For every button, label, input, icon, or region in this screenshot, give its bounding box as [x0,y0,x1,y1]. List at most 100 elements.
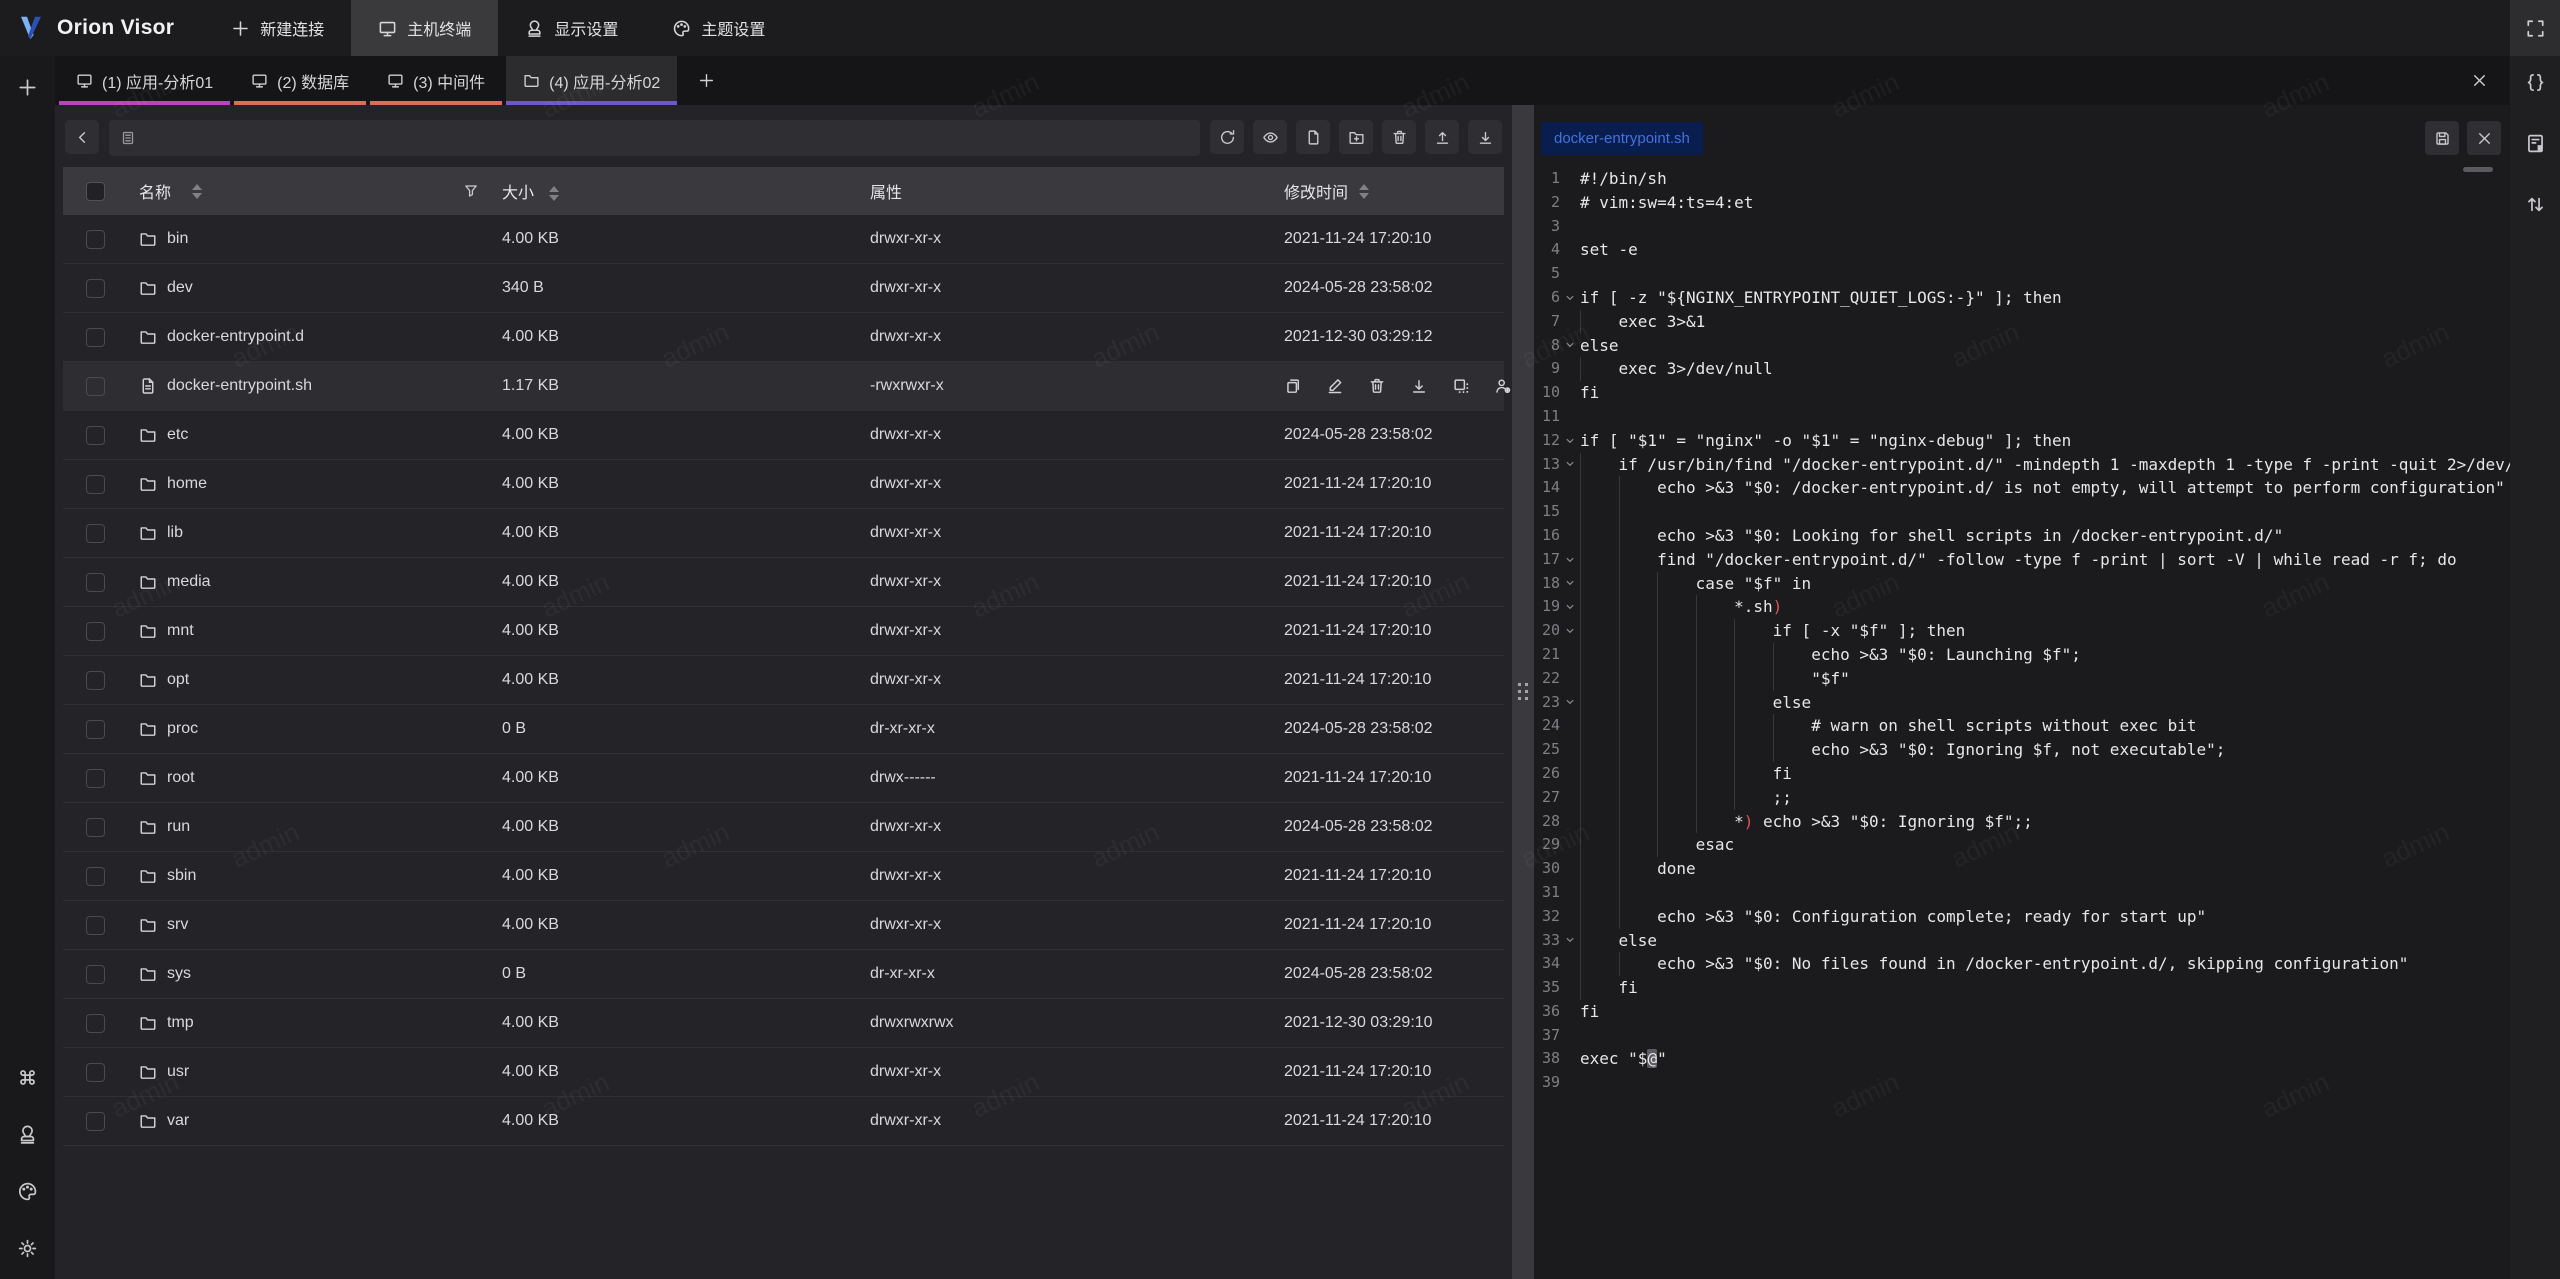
trash-button[interactable] [1382,120,1416,154]
row-checkbox[interactable] [63,671,127,690]
table-row[interactable]: bin4.00 KBdrwxr-xr-x2021-11-24 17:20:10 [63,215,1504,264]
row-checkbox[interactable] [63,916,127,935]
menu-item[interactable]: 主题设置 [645,0,792,56]
file-name: docker-entrypoint.sh [167,377,312,395]
move-icon[interactable] [1452,377,1470,395]
table-row[interactable]: usr4.00 KBdrwxr-xr-x2021-11-24 17:20:10 [63,1048,1504,1097]
table-row[interactable]: sys0 Bdr-xr-xr-x2024-05-28 23:58:02 [63,950,1504,999]
code-text: set -e [1580,238,2510,262]
column-header-size[interactable]: 大小 [495,179,870,203]
fold-chevron-down-icon[interactable] [1560,691,1580,715]
fold-chevron-down-icon[interactable] [1560,286,1580,310]
transfer-list-button[interactable] [2521,190,2549,218]
table-row[interactable]: docker-entrypoint.d4.00 KBdrwxr-xr-x2021… [63,313,1504,362]
back-button[interactable] [65,120,99,154]
column-header-mtime[interactable]: 修改时间 [1284,179,1504,203]
theme-settings-button[interactable] [13,1176,43,1206]
table-row[interactable]: run4.00 KBdrwxr-xr-x2024-05-28 23:58:02 [63,803,1504,852]
row-checkbox[interactable] [63,769,127,788]
new-tab-button[interactable] [681,56,732,105]
row-checkbox[interactable] [63,867,127,886]
fold-chevron-down-icon[interactable] [1560,595,1580,619]
menu-item[interactable]: 主机终端 [351,0,498,56]
row-checkbox[interactable] [63,1063,127,1082]
folder-new-button[interactable] [1339,120,1373,154]
copy-icon[interactable] [1284,377,1302,395]
row-checkbox[interactable] [63,279,127,298]
row-checkbox[interactable] [63,818,127,837]
terminal-tab[interactable]: (3) 中间件 [370,56,502,105]
code-text: if [ "$1" = "nginx" -o "$1" = "nginx-deb… [1580,429,2510,453]
eye-button[interactable] [1253,120,1287,154]
close-panel-button[interactable] [2464,66,2494,96]
menu-item[interactable]: 显示设置 [498,0,645,56]
trash-icon[interactable] [1368,377,1386,395]
table-row[interactable]: tmp4.00 KBdrwxrwxrwx2021-12-30 03:29:10 [63,999,1504,1048]
select-all-checkbox[interactable] [63,182,127,201]
sort-control[interactable] [192,184,202,199]
fold-chevron-down-icon[interactable] [1560,429,1580,453]
path-input[interactable] [109,120,1200,156]
fold-chevron-down-icon[interactable] [1560,619,1580,643]
row-checkbox[interactable] [63,230,127,249]
fold-chevron-down-icon[interactable] [1560,548,1580,572]
download-icon[interactable] [1410,377,1428,395]
panel-splitter[interactable] [1512,105,1534,1279]
table-row[interactable]: dev340 Bdrwxr-xr-x2024-05-28 23:58:02 [63,264,1504,313]
table-row[interactable]: sbin4.00 KBdrwxr-xr-x2021-11-24 17:20:10 [63,852,1504,901]
terminal-tab[interactable]: (1) 应用-分析01 [59,56,230,105]
close-editor-button[interactable] [2467,121,2501,155]
row-checkbox[interactable] [63,965,127,984]
row-checkbox[interactable] [63,1112,127,1131]
column-header-name[interactable]: 名称 [127,179,495,203]
permission-icon[interactable] [1494,377,1512,395]
row-checkbox[interactable] [63,622,127,641]
table-row[interactable]: media4.00 KBdrwxr-xr-x2021-11-24 17:20:1… [63,558,1504,607]
code-editor[interactable]: 1#!/bin/sh2# vim:sw=4:ts=4:et34set -e56i… [1534,166,2510,1279]
fullscreen-button[interactable] [2510,0,2560,56]
row-checkbox[interactable] [63,524,127,543]
row-checkbox[interactable] [63,377,127,396]
display-settings-button[interactable] [13,1119,43,1149]
row-checkbox[interactable] [63,720,127,739]
terminal-tab[interactable]: (4) 应用-分析02 [506,56,677,105]
table-row[interactable]: root4.00 KBdrwx------2021-11-24 17:20:10 [63,754,1504,803]
row-checkbox[interactable] [63,475,127,494]
open-file-chip[interactable]: docker-entrypoint.sh [1541,122,1703,155]
menu-item[interactable]: 新建连接 [204,0,351,56]
table-row[interactable]: opt4.00 KBdrwxr-xr-x2021-11-24 17:20:10 [63,656,1504,705]
row-checkbox[interactable] [63,573,127,592]
fold-chevron-down-icon[interactable] [1560,929,1580,953]
file-new-button[interactable] [1296,120,1330,154]
upload-button[interactable] [1425,120,1459,154]
filter-icon[interactable] [463,183,479,199]
row-checkbox[interactable] [63,426,127,445]
fold-chevron-down-icon[interactable] [1560,334,1580,358]
table-row[interactable]: proc0 Bdr-xr-xr-x2024-05-28 23:58:02 [63,705,1504,754]
new-tab-rail-button[interactable] [13,72,43,102]
bookmarks-button[interactable] [2521,129,2549,157]
table-row[interactable]: etc4.00 KBdrwxr-xr-x2024-05-28 23:58:02 [63,411,1504,460]
save-button[interactable] [2425,121,2459,155]
settings-button[interactable] [13,1233,43,1263]
shortcut-keys-button[interactable] [13,1062,43,1092]
terminal-tab[interactable]: (2) 数据库 [234,56,366,105]
refresh-button[interactable] [1210,120,1244,154]
row-checkbox[interactable] [63,1014,127,1033]
row-checkbox[interactable] [63,328,127,347]
sort-control[interactable] [549,186,559,201]
snippets-button[interactable] [2521,68,2549,96]
edit-icon[interactable] [1326,377,1344,395]
table-row[interactable]: srv4.00 KBdrwxr-xr-x2021-11-24 17:20:10 [63,901,1504,950]
fold-chevron-down-icon[interactable] [1560,453,1580,477]
download-button[interactable] [1468,120,1502,154]
table-row[interactable]: mnt4.00 KBdrwxr-xr-x2021-11-24 17:20:10 [63,607,1504,656]
table-row[interactable]: lib4.00 KBdrwxr-xr-x2021-11-24 17:20:10 [63,509,1504,558]
sort-control[interactable] [1359,184,1369,199]
table-row[interactable]: home4.00 KBdrwxr-xr-x2021-11-24 17:20:10 [63,460,1504,509]
table-row[interactable]: docker-entrypoint.sh1.17 KB-rwxrwxr-x [63,362,1504,411]
fold-chevron-down-icon[interactable] [1560,572,1580,596]
main-menu: 新建连接主机终端显示设置主题设置 [204,0,792,56]
scrollbar-thumb[interactable] [2463,167,2493,172]
table-row[interactable]: var4.00 KBdrwxr-xr-x2021-11-24 17:20:10 [63,1097,1504,1146]
